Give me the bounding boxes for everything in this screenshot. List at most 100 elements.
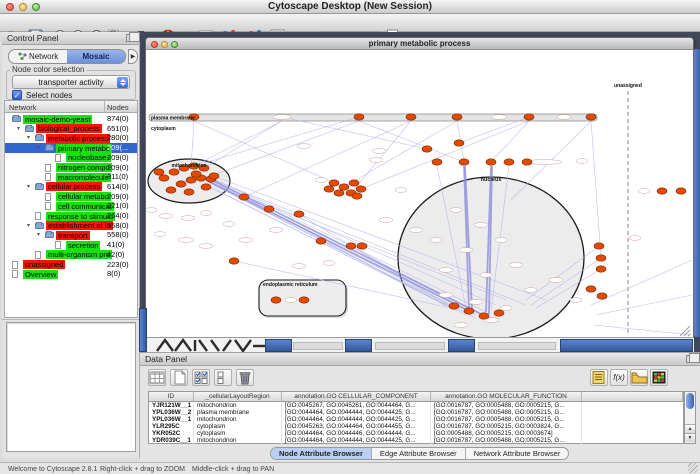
- graph-node: [346, 243, 356, 249]
- network-name: primary metabo: [56, 144, 112, 153]
- tree-row[interactable]: ▾transport558(0): [5, 230, 137, 240]
- tab-network-attribute-browser[interactable]: Network Attribute Browser: [466, 448, 569, 459]
- window-resize-grip[interactable]: [688, 463, 698, 473]
- scrollbar-thumb[interactable]: [686, 393, 694, 409]
- squeezed-frame-titlebar[interactable]: [265, 339, 292, 352]
- panel-splitter[interactable]: [2, 319, 140, 320]
- float-panel-icon[interactable]: [686, 355, 695, 363]
- birds-eye-view[interactable]: [6, 322, 136, 452]
- node-label-chip: [154, 232, 166, 237]
- squeezed-frame-glyphs: [149, 338, 267, 352]
- doc-icon: [55, 154, 61, 162]
- doc-icon: [12, 261, 18, 269]
- groupbox-title: Node color selection: [10, 65, 86, 74]
- tree-row[interactable]: ▾metabolic process280(0): [5, 133, 137, 143]
- tree-row[interactable]: nucleobase-209(0): [5, 153, 137, 163]
- squeezed-frame-titlebar[interactable]: [560, 339, 693, 352]
- select-nodes-checkbox[interactable]: ✓: [12, 90, 22, 100]
- new-attribute-icon[interactable]: [170, 369, 188, 386]
- squeezed-frame-titlebar[interactable]: [345, 339, 372, 352]
- tab-node-attribute-browser[interactable]: Node Attribute Browser: [271, 448, 372, 459]
- tree-row[interactable]: ▾cellular process614(0): [5, 182, 137, 192]
- graph-node: [329, 180, 339, 186]
- squeezed-frame: [478, 342, 556, 350]
- delete-attribute-icon[interactable]: [236, 369, 254, 386]
- column-header[interactable]: annotation.GO CELLULAR_COMPONENT: [282, 392, 431, 402]
- table-cell: cytoplasm: [194, 430, 282, 437]
- squeezed-frame-vertical[interactable]: [139, 308, 147, 352]
- tree-header[interactable]: Network Nodes: [5, 101, 137, 113]
- table-row[interactable]: YDR039C__1mitochondrion[GO:0044464, GO:0…: [149, 437, 683, 444]
- squeezed-frame: [293, 342, 343, 350]
- node-count: 209(...: [107, 143, 128, 153]
- attribute-list-icon[interactable]: [590, 369, 608, 386]
- tree-row[interactable]: cellular metabo209(0): [5, 192, 137, 202]
- tab-edge-attribute-browser[interactable]: Edge Attribute Browser: [372, 448, 466, 459]
- table-cell: [GO:0016787, GO:0005488, GO:0005215, G..…: [431, 437, 582, 444]
- more-tabs-button[interactable]: ▶: [128, 49, 138, 64]
- scroll-up-button[interactable]: ▲: [685, 424, 695, 433]
- table-row[interactable]: YJR121W__1mitochondrion[GO:0045267, GO:0…: [149, 402, 683, 409]
- close-button[interactable]: [6, 3, 14, 11]
- tree-row[interactable]: nitrogen compo209(0): [5, 163, 137, 173]
- float-panel-icon[interactable]: [126, 34, 135, 42]
- maximize-button[interactable]: [32, 3, 40, 11]
- column-header[interactable]: _cellularLayoutRegion: [194, 392, 282, 402]
- table-row[interactable]: YPL036W__1mitochondrion[GO:0044464, GO:0…: [149, 416, 683, 423]
- graph-node: [504, 159, 514, 165]
- edge: [594, 325, 692, 335]
- squeezed-frame-titlebar[interactable]: [448, 339, 475, 352]
- function-builder-icon[interactable]: f(x): [610, 369, 628, 386]
- folder-icon: [25, 126, 34, 132]
- frame-close-button[interactable]: [151, 41, 158, 48]
- graph-node: [522, 159, 532, 165]
- frame-minimize-button[interactable]: [161, 41, 168, 48]
- tab-network[interactable]: Network: [9, 50, 67, 63]
- node-label-chip: [199, 244, 213, 249]
- frame-maximize-button[interactable]: [171, 41, 178, 48]
- tree-row[interactable]: ▾biological_process651(0): [5, 124, 137, 134]
- column-header[interactable]: annotation.GO MOLECULAR_FUNCTION: [431, 392, 582, 402]
- attribute-table-icon[interactable]: [148, 369, 166, 386]
- table-row[interactable]: YLR295Ccytoplasm[GO:0045263, GO:0044464,…: [149, 423, 683, 430]
- node-count: 558(0): [107, 221, 129, 231]
- graph-node: [586, 286, 596, 292]
- tree-row[interactable]: Overview8(0): [5, 269, 137, 279]
- desktop-vertical-scrollbar[interactable]: [694, 49, 700, 337]
- select-attributes-icon[interactable]: [192, 369, 210, 386]
- network-canvas[interactable]: plasma membranecytoplasmmitochondrionnuc…: [146, 50, 693, 338]
- attribute-table[interactable]: ID_cellularLayoutRegionannotation.GO CEL…: [148, 391, 684, 444]
- table-row[interactable]: YPL036W__2plasma membrane[GO:0044464, GO…: [149, 409, 683, 416]
- import-attributes-icon[interactable]: [630, 369, 648, 386]
- column-header[interactable]: ID: [149, 392, 194, 402]
- unselect-attributes-icon[interactable]: [214, 369, 232, 386]
- minimize-button[interactable]: [19, 3, 27, 11]
- table-cell: [GO:0044464, GO:0044444, GO:0044425, G..…: [282, 409, 431, 416]
- scroll-down-button[interactable]: ▼: [685, 433, 695, 442]
- tab-mosaic[interactable]: Mosaic: [67, 50, 125, 63]
- tree-row[interactable]: mosaic-demo-yeast874(0): [5, 114, 137, 124]
- node-label-chip: [525, 288, 537, 293]
- network-name: nucleobase-: [66, 153, 111, 162]
- node-label-chip: [500, 306, 512, 311]
- graph-node: [432, 159, 442, 165]
- doc-icon: [55, 241, 61, 249]
- tree-row[interactable]: macromolecule311(0): [5, 172, 137, 182]
- edge: [201, 121, 282, 170]
- tree-row[interactable]: cell communicat221(0): [5, 201, 137, 211]
- table-row[interactable]: YKR052Ccytoplasm[GO:0044464, GO:0044446,…: [149, 430, 683, 437]
- status-zoom-hint: Right-click + drag to ZOOM: [100, 466, 185, 473]
- tree-row[interactable]: ▾primary metabo209(...: [5, 143, 137, 153]
- node-color-combobox[interactable]: transporter activity: [12, 75, 130, 89]
- table-scrollbar[interactable]: ▲ ▼: [684, 391, 696, 444]
- tree-row[interactable]: ▾establishment of lo558(0): [5, 221, 137, 231]
- tree-row[interactable]: secretion41(0): [5, 240, 137, 250]
- node-count: 209(0): [107, 192, 129, 202]
- tree-row[interactable]: multi-organism pro42(0): [5, 250, 137, 260]
- network-name: cell communicat: [56, 202, 114, 211]
- matrix-icon[interactable]: [650, 369, 668, 386]
- network-frame-titlebar[interactable]: primary metabolic process: [146, 38, 693, 50]
- tree-row[interactable]: unassigned223(0): [5, 260, 137, 270]
- network-name: Overview: [23, 270, 58, 279]
- tree-row[interactable]: response to stimulu264(0): [5, 211, 137, 221]
